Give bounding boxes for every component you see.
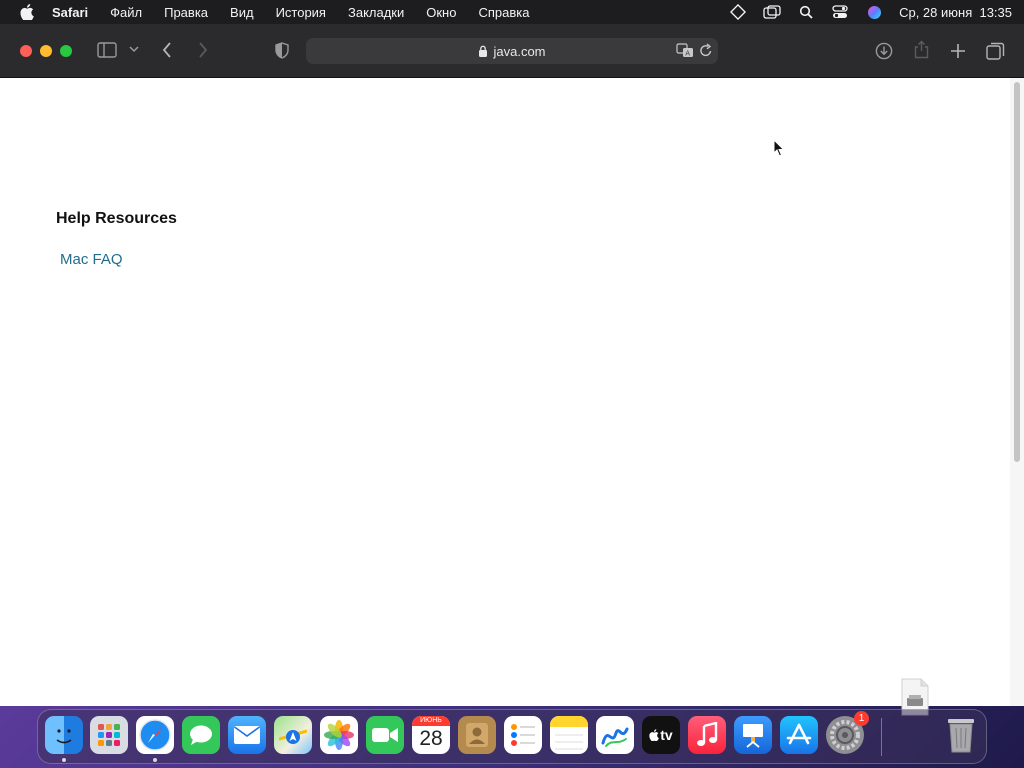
photos-app-icon[interactable] — [320, 716, 358, 754]
sidebar-toggle-icon[interactable] — [97, 42, 117, 58]
launchpad-app-icon[interactable] — [90, 716, 128, 754]
clock-datetime[interactable]: Ср, 28 июня 13:35 — [899, 5, 1012, 20]
finder-running-indicator — [62, 758, 66, 762]
safari-toolbar: java.com A — [0, 24, 1024, 78]
svg-text:A: A — [685, 50, 690, 58]
reload-icon[interactable] — [699, 43, 713, 61]
web-page-content: Help Resources Mac FAQ — [0, 78, 1010, 706]
settings-notification-badge: 1 — [854, 711, 869, 726]
menu-bookmarks[interactable]: Закладки — [337, 5, 415, 20]
menu-file[interactable]: Файл — [99, 5, 153, 20]
mac-faq-link[interactable]: Mac FAQ — [60, 251, 123, 268]
mail-app-icon[interactable] — [228, 716, 266, 754]
new-tab-plus-icon[interactable] — [950, 43, 966, 59]
calendar-app-icon[interactable]: ИЮНЬ 28 — [412, 716, 450, 754]
zoom-window-button[interactable] — [60, 45, 72, 57]
apple-menu-icon[interactable] — [18, 3, 36, 21]
share-icon[interactable] — [914, 40, 929, 59]
control-center-icon[interactable] — [831, 4, 849, 20]
dock-separator — [881, 718, 882, 756]
close-window-button[interactable] — [20, 45, 32, 57]
safari-running-indicator — [153, 758, 157, 762]
keynote-app-icon[interactable] — [734, 716, 772, 754]
menu-app-safari[interactable]: Safari — [48, 5, 99, 20]
facetime-app-icon[interactable] — [366, 716, 404, 754]
diamond-status-icon[interactable] — [729, 4, 747, 20]
translate-icon[interactable]: A — [676, 43, 694, 61]
app-store-app-icon[interactable] — [780, 716, 818, 754]
privacy-shield-icon[interactable] — [275, 42, 289, 59]
menu-help[interactable]: Справка — [467, 5, 540, 20]
menu-edit[interactable]: Правка — [153, 5, 219, 20]
windows-status-icon[interactable] — [763, 4, 781, 20]
help-resources-heading: Help Resources — [56, 210, 177, 227]
trash-icon[interactable] — [942, 716, 980, 754]
spotlight-search-icon[interactable] — [797, 4, 815, 20]
lock-icon — [478, 45, 488, 57]
tv-app-label: tv — [660, 727, 673, 743]
contacts-app-icon[interactable] — [458, 716, 496, 754]
downloads-icon[interactable] — [875, 42, 893, 60]
calendar-day-label: 28 — [419, 727, 443, 750]
mouse-pointer-icon — [773, 138, 785, 162]
messages-app-icon[interactable] — [182, 716, 220, 754]
vertical-scrollbar[interactable] — [1010, 78, 1024, 706]
back-button-icon[interactable] — [162, 42, 172, 58]
maps-app-icon[interactable] — [274, 716, 312, 754]
notes-app-icon[interactable] — [550, 716, 588, 754]
url-text: java.com — [493, 43, 546, 59]
tv-app-icon[interactable]: tv — [642, 716, 680, 754]
safari-app-icon[interactable] — [136, 716, 174, 754]
menu-history[interactable]: История — [265, 5, 337, 20]
freeform-app-icon[interactable] — [596, 716, 634, 754]
chevron-down-icon[interactable] — [129, 45, 139, 53]
siri-icon[interactable] — [865, 4, 883, 20]
calendar-month-label: ИЮНЬ — [412, 716, 450, 726]
safari-window: java.com A Help Resources Mac FAQ — [0, 24, 1024, 706]
finder-app-icon[interactable] — [45, 716, 83, 754]
address-bar[interactable]: java.com A — [306, 38, 718, 64]
music-app-icon[interactable] — [688, 716, 726, 754]
menu-window[interactable]: Окно — [415, 5, 467, 20]
dock: ИЮНЬ 28 tv 1 — [37, 709, 987, 764]
menu-bar: Safari Файл Правка Вид История Закладки … — [0, 0, 1024, 24]
scrollbar-thumb[interactable] — [1014, 82, 1020, 462]
minimize-window-button[interactable] — [40, 45, 52, 57]
tab-overview-icon[interactable] — [986, 42, 1005, 60]
reminders-app-icon[interactable] — [504, 716, 542, 754]
system-settings-app-icon[interactable]: 1 — [826, 711, 869, 754]
menu-view[interactable]: Вид — [219, 5, 265, 20]
forward-button-icon[interactable] — [198, 42, 208, 58]
